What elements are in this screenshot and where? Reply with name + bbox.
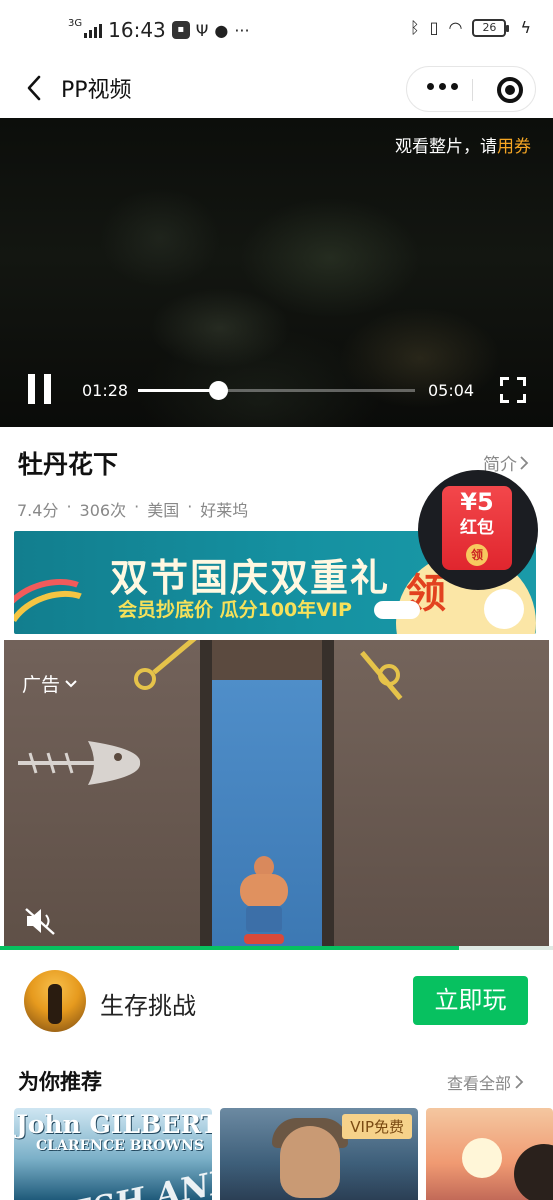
signal-icon bbox=[84, 22, 103, 38]
ad-scene-edge bbox=[322, 640, 334, 950]
capsule-divider bbox=[472, 79, 473, 101]
more-dots-icon[interactable] bbox=[427, 83, 458, 90]
cloud-decoration bbox=[374, 601, 420, 619]
movie-studio: 好莱坞 bbox=[200, 501, 249, 520]
chevron-right-icon bbox=[520, 455, 529, 470]
red-packet-float[interactable]: ¥5 红包 领 bbox=[418, 470, 538, 590]
promo-subline: 会员抄底价 瓜分100年VIP bbox=[118, 599, 352, 621]
ad-progress-bar bbox=[0, 946, 553, 950]
red-packet-label: 红包 bbox=[460, 518, 494, 538]
movie-title: 牡丹花下 bbox=[18, 450, 119, 479]
video-progress-fill bbox=[138, 389, 219, 392]
see-all-label: 查看全部 bbox=[447, 1074, 512, 1093]
ad-character bbox=[236, 856, 292, 946]
ad-scene-edge bbox=[200, 640, 212, 950]
red-packet-seal: 领 bbox=[466, 544, 488, 566]
video-progress-bar[interactable] bbox=[138, 381, 415, 400]
ad-label-text: 广告 bbox=[22, 674, 61, 696]
bluetooth-icon: ᛒ bbox=[410, 18, 420, 37]
fish-bone-icon bbox=[18, 741, 141, 785]
wifi-icon: ◠ bbox=[448, 18, 463, 37]
see-all-link[interactable]: 查看全部 bbox=[447, 1070, 524, 1094]
ad-pin-ring bbox=[378, 664, 400, 686]
red-packet-card: ¥5 红包 领 bbox=[442, 486, 512, 570]
network-type: 3G bbox=[68, 17, 83, 29]
app-notification-icon: ▪ bbox=[171, 21, 190, 39]
bolt-icon: ϟ bbox=[520, 18, 531, 37]
poster-figure bbox=[280, 1126, 340, 1198]
meta-separator: · bbox=[134, 497, 140, 516]
nav-bar: PP视频 bbox=[0, 58, 553, 118]
fullscreen-icon[interactable] bbox=[500, 377, 526, 403]
red-packet-amount: ¥5 bbox=[460, 488, 494, 516]
game-avatar[interactable] bbox=[24, 970, 86, 1032]
chat-icon: ● bbox=[214, 20, 229, 40]
rabbit-decoration bbox=[484, 589, 524, 629]
chevron-down-icon bbox=[65, 679, 77, 687]
status-right: ᛒ ▯ ◠ 26 ϟ bbox=[410, 18, 531, 37]
more-notifications-icon: ··· bbox=[234, 20, 250, 40]
total-time: 05:04 bbox=[428, 381, 475, 400]
nav-title: PP视频 bbox=[61, 78, 132, 103]
mini-program-capsule bbox=[406, 66, 536, 112]
vibrate-icon: ▯ bbox=[429, 18, 439, 37]
ad-scene-wall bbox=[330, 640, 549, 950]
recommend-title: 为你推荐 bbox=[18, 1070, 102, 1094]
movie-meta: 7.4分 · 306次 · 美国 · 好莱坞 bbox=[17, 497, 248, 521]
status-bar: 3G 16:43 ▪ Ψ ● ··· ᛒ ▯ ◠ 26 ϟ bbox=[0, 0, 553, 58]
watch-prompt-text: 观看整片，请 bbox=[395, 137, 497, 157]
chevron-right-icon bbox=[515, 1075, 524, 1089]
status-left: 3G 16:43 ▪ Ψ ● ··· bbox=[68, 17, 250, 43]
back-arrow-icon bbox=[27, 75, 41, 101]
battery-indicator: 26 bbox=[472, 18, 510, 37]
back-button[interactable] bbox=[14, 68, 54, 108]
movie-views: 306次 bbox=[79, 501, 127, 520]
current-time: 01:28 bbox=[82, 381, 129, 400]
vip-free-badge: VIP免费 bbox=[342, 1114, 412, 1139]
promo-headline: 双节国庆双重礼 bbox=[110, 556, 391, 600]
ad-label[interactable]: 广告 bbox=[22, 670, 78, 697]
poster-text: John GILBERT bbox=[16, 1110, 212, 1139]
play-now-button[interactable]: 立即玩 bbox=[413, 976, 528, 1025]
pause-icon[interactable] bbox=[28, 374, 52, 404]
watch-full-prompt[interactable]: 观看整片，请用券 bbox=[395, 132, 531, 157]
poster-sun bbox=[462, 1138, 502, 1178]
movie-region: 美国 bbox=[147, 501, 180, 520]
recommend-card[interactable]: John GILBERT CLARENCE BROWNS FLESH AND T… bbox=[14, 1108, 212, 1200]
mute-icon[interactable] bbox=[24, 906, 58, 936]
meta-separator: · bbox=[187, 497, 193, 516]
poster-figure bbox=[514, 1144, 553, 1200]
ad-pin-ring bbox=[134, 668, 156, 690]
recommend-card[interactable] bbox=[426, 1108, 553, 1200]
status-time: 16:43 bbox=[108, 18, 166, 42]
recommend-card[interactable]: VIP免费 bbox=[220, 1108, 418, 1200]
video-player[interactable]: 观看整片，请用券 01:28 05:04 bbox=[0, 118, 553, 427]
close-target-icon[interactable] bbox=[497, 77, 523, 103]
video-progress-thumb[interactable] bbox=[209, 381, 229, 400]
usb-icon: Ψ bbox=[195, 20, 209, 40]
ad-progress-fill bbox=[0, 946, 459, 950]
ad-video[interactable]: 广告 bbox=[4, 640, 549, 950]
movie-rating: 7.4分 bbox=[17, 501, 59, 520]
poster-text: CLARENCE BROWNS bbox=[36, 1138, 204, 1154]
meta-separator: · bbox=[66, 497, 72, 516]
use-coupon-link[interactable]: 用券 bbox=[497, 137, 531, 157]
game-name[interactable]: 生存挑战 bbox=[100, 986, 196, 1021]
